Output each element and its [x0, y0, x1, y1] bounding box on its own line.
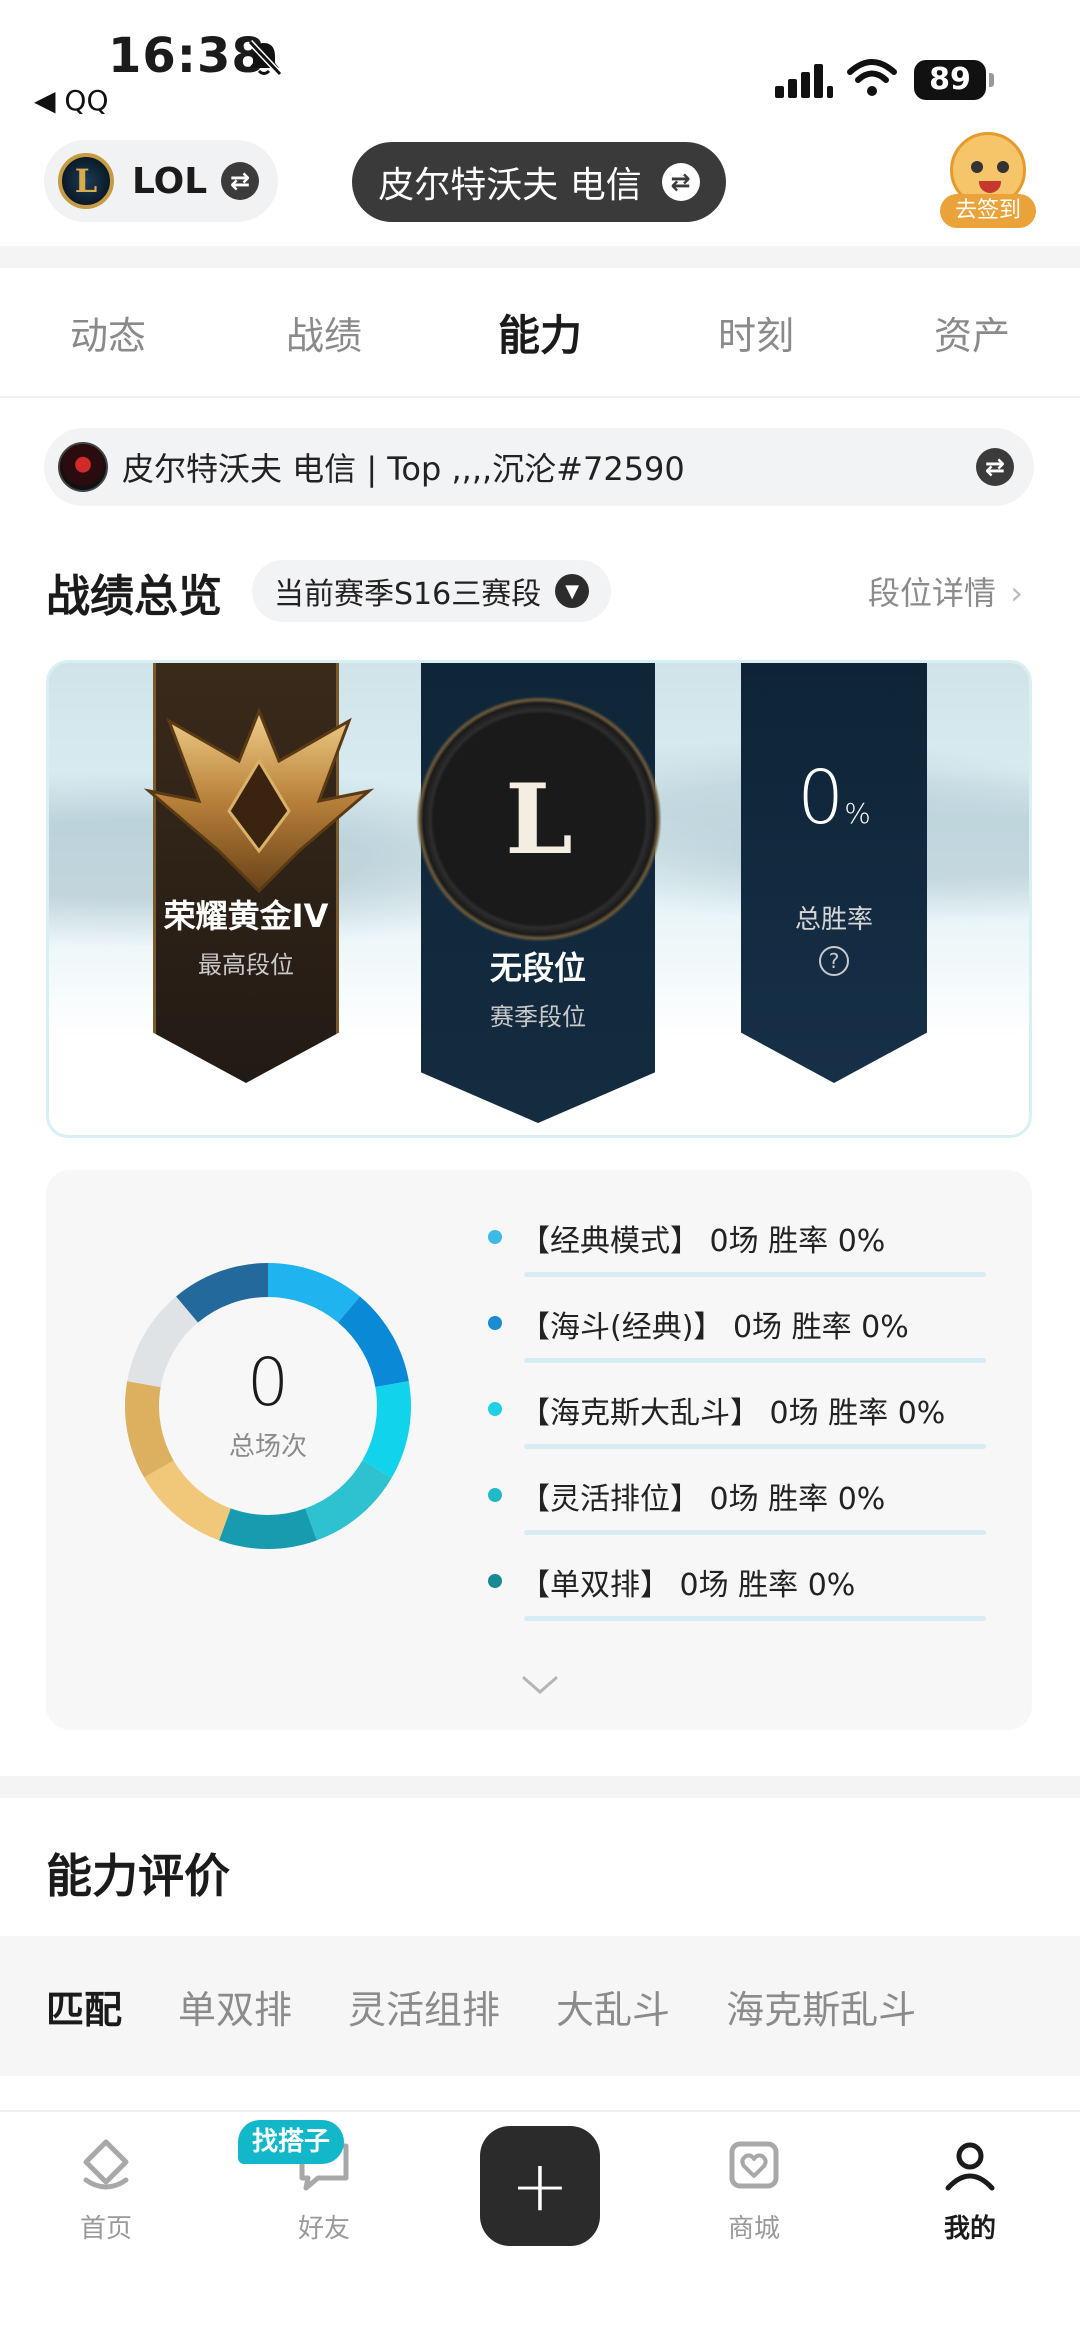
nav-shop-label: 商城 [727, 2214, 780, 2244]
season-label: 当前赛季S16三赛段 [274, 577, 542, 612]
game-switch-button[interactable]: L LOL ⇄ [44, 140, 278, 222]
tab-dynamics[interactable]: 动态 [0, 305, 216, 360]
tab-ability[interactable]: 能力 [432, 302, 648, 363]
shop-icon [729, 2141, 779, 2189]
highest-rank-label: 最高段位 [198, 951, 294, 979]
legend-dot [488, 1402, 502, 1416]
main-tabs: 动态 战绩 能力 时刻 资产 [0, 268, 1080, 398]
season-rank-label: 赛季段位 [490, 1003, 586, 1031]
status-bar: 16:38 ◀ QQ 89 [0, 0, 1080, 130]
total-games-value: 0 [247, 1343, 289, 1421]
season-dropdown[interactable]: 当前赛季S16三赛段 ▼ [252, 560, 612, 622]
list-item: 【单双排】 0场 胜率 0% [488, 1550, 1028, 1636]
mode-stats-card: 0 总场次 【经典模式】 0场 胜率 0% 【海斗(经典)】 0场 胜率 0% … [46, 1170, 1032, 1730]
list-item: 【海克斯大乱斗】 0场 胜率 0% [488, 1378, 1028, 1464]
donut-center: 0 总场次 [112, 1250, 424, 1562]
ability-title: 能力评价 [46, 1849, 230, 1903]
ability-tabs: 匹配 单双排 灵活组排 大乱斗 海克斯乱斗 [0, 1936, 1080, 2076]
rank-detail-label: 段位详情 [868, 574, 997, 612]
swap-icon: ⇄ [221, 162, 260, 200]
checkin-button[interactable]: 去签到 [940, 132, 1036, 230]
legend-dot [488, 1574, 502, 1588]
nav-home-label: 首页 [79, 2214, 132, 2244]
mode-stat-text: 【经典模式】 0场 胜率 0% [520, 1224, 886, 1259]
mode-stat-text: 【海斗(经典)】 0场 胜率 0% [520, 1310, 909, 1345]
legend-dot [488, 1488, 502, 1502]
section-divider [0, 1776, 1080, 1798]
swap-icon: ⇄ [661, 163, 700, 201]
tab-records[interactable]: 战绩 [216, 305, 432, 360]
mode-progress-line [524, 1444, 986, 1449]
chevron-down-icon[interactable] [520, 1670, 560, 1700]
server-switch-button[interactable]: 皮尔特沃夫 电信 ⇄ [352, 142, 726, 222]
tab-hextech-aram[interactable]: 海克斯乱斗 [726, 1979, 916, 2034]
add-button[interactable]: + [480, 2126, 600, 2246]
mute-bell-icon [247, 39, 283, 77]
win-rate-label: 总胜率 [794, 905, 873, 935]
account-name: 皮尔特沃夫 电信 | Top ,,,,沉沦#72590 [122, 450, 685, 488]
total-games-label: 总场次 [228, 1431, 307, 1462]
tab-aram[interactable]: 大乱斗 [556, 1979, 670, 2034]
list-item: 【经典模式】 0场 胜率 0% [488, 1206, 1028, 1292]
checkin-label: 去签到 [940, 194, 1036, 228]
home-icon [83, 2139, 129, 2190]
user-icon [945, 2142, 995, 2191]
chevron-right-icon: › [1010, 574, 1023, 612]
mode-progress-line [524, 1530, 986, 1535]
mode-list: 【经典模式】 0场 胜率 0% 【海斗(经典)】 0场 胜率 0% 【海克斯大乱… [488, 1206, 1028, 1636]
section-divider [0, 246, 1080, 268]
avatar [58, 442, 108, 492]
mode-stat-text: 【单双排】 0场 胜率 0% [520, 1568, 856, 1603]
find-partner-badge[interactable]: 找搭子 [238, 2120, 345, 2164]
nav-me-label: 我的 [943, 2214, 996, 2244]
rank-detail-link[interactable]: 段位详情 › [868, 568, 1023, 614]
nav-shop[interactable]: 商城 [684, 2134, 824, 2245]
mode-progress-line [524, 1358, 986, 1363]
rank-card[interactable]: 荣耀黄金IV 最高段位 无段位 赛季段位 L 0% 总胜率 ? [46, 660, 1032, 1138]
overview-title: 战绩总览 [46, 571, 222, 622]
mode-progress-line [524, 1616, 986, 1621]
chevron-down-icon: ▼ [555, 574, 590, 608]
tab-moments[interactable]: 时刻 [648, 305, 864, 360]
help-icon[interactable]: ? [819, 946, 849, 976]
account-switch-bar[interactable]: 皮尔特沃夫 电信 | Top ,,,,沉沦#72590 ⇄ [44, 428, 1034, 506]
nav-me[interactable]: 我的 [900, 2134, 1040, 2245]
list-item: 【灵活排位】 0场 胜率 0% [488, 1464, 1028, 1550]
legend-dot [488, 1230, 502, 1244]
nav-friends-label: 好友 [297, 2214, 350, 2244]
mode-stat-text: 【海克斯大乱斗】 0场 胜率 0% [520, 1396, 946, 1431]
battery-indicator: 89 [914, 60, 994, 100]
tab-flex[interactable]: 灵活组排 [348, 1979, 500, 2034]
game-label: LOL [132, 160, 208, 202]
lol-logo-icon: L [58, 153, 114, 209]
list-item: 【海斗(经典)】 0场 胜率 0% [488, 1292, 1028, 1378]
mode-progress-line [524, 1272, 986, 1277]
tab-assets[interactable]: 资产 [864, 305, 1080, 360]
nav-home[interactable]: 首页 [36, 2134, 176, 2245]
win-rate-banner: 0% 总胜率 ? [741, 663, 927, 1083]
gold-rank-emblem-icon [143, 706, 375, 894]
unranked-emblem-icon: L [415, 695, 663, 943]
legend-dot [488, 1316, 502, 1330]
tab-match[interactable]: 匹配 [46, 1979, 122, 2034]
win-rate-value: 0% [797, 755, 871, 841]
tab-solo-duo[interactable]: 单双排 [178, 1979, 292, 2034]
server-label: 皮尔特沃夫 电信 [378, 165, 642, 206]
wifi-icon [847, 59, 897, 96]
mode-stat-text: 【灵活排位】 0场 胜率 0% [520, 1482, 886, 1517]
swap-icon: ⇄ [976, 448, 1014, 486]
signal-icon [775, 64, 833, 98]
back-to-qq-link[interactable]: ◀ QQ [34, 84, 109, 117]
status-time: 16:38 [108, 28, 266, 84]
season-rank-name: 无段位 [489, 949, 586, 987]
screen: 16:38 ◀ QQ 89 L LOL ⇄ 皮尔特沃夫 电信 ⇄ 去签到 动态 … [0, 0, 1080, 2341]
